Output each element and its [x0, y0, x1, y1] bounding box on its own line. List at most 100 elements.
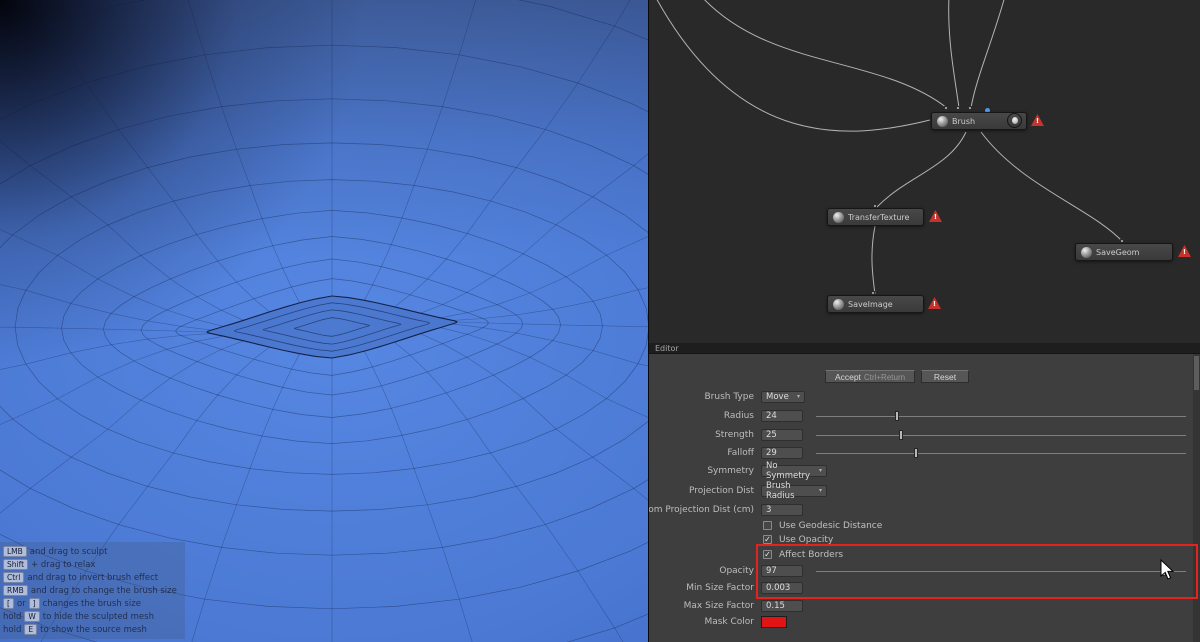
use-opacity-checkbox[interactable]: ✓	[763, 535, 772, 544]
brush-node-icon	[937, 115, 948, 127]
use-geodesic-checkbox[interactable]	[763, 521, 772, 530]
hint-text: to show the source mesh	[40, 624, 147, 635]
chevron-down-icon: ▾	[818, 467, 822, 474]
param-row-min-size-factor: Min Size Factor 0.003	[649, 582, 1200, 595]
strength-input[interactable]: 25	[761, 429, 803, 441]
param-row-affect-borders: ✓ Affect Borders	[649, 549, 1200, 562]
node-transfertexture[interactable]: TransferTexture	[827, 208, 924, 226]
chevron-down-icon: ▾	[796, 393, 800, 400]
hint-key: W	[24, 611, 40, 622]
hint-key: [	[3, 598, 14, 609]
affect-borders-checkbox[interactable]: ✓	[763, 550, 772, 559]
hint-line: Ctrl and drag to invert brush effect	[3, 571, 177, 584]
param-label: Radius	[723, 411, 754, 421]
hint-key: ]	[28, 598, 40, 609]
falloff-slider[interactable]	[816, 448, 1186, 458]
node-wire	[970, 0, 1005, 109]
app-window: LMB and drag to sculpt Shift + drag to rela…	[0, 0, 1200, 642]
param-label: Opacity	[719, 566, 754, 576]
param-label: Strength	[715, 430, 754, 440]
param-row-radius: Radius 24	[649, 410, 1200, 423]
hint-text: to hide the sculpted mesh	[42, 611, 154, 622]
param-label: Mask Color	[704, 617, 754, 627]
opacity-slider[interactable]	[816, 566, 1186, 576]
savegeom-node-icon	[1081, 246, 1092, 258]
hint-text: hold	[3, 611, 22, 622]
node-label: SaveGeom	[1096, 247, 1140, 257]
param-row-falloff: Falloff 29	[649, 447, 1200, 460]
param-row-use-geodesic: Use Geodesic Distance	[649, 520, 1200, 533]
checkbox-label: Use Geodesic Distance	[779, 521, 883, 531]
param-label: Falloff	[727, 448, 754, 458]
checkbox-label: Use Opacity	[779, 535, 834, 545]
transfertexture-node-icon	[833, 211, 844, 223]
param-row-custom-projection-dist: Custom Projection Dist (cm) 3	[649, 504, 1200, 517]
max-size-factor-input[interactable]: 0.15	[761, 600, 803, 612]
strength-slider-handle[interactable]	[899, 430, 904, 440]
mouse-cursor	[1160, 559, 1175, 580]
min-size-factor-input[interactable]: 0.003	[761, 582, 803, 594]
hint-line: hold Wto hide the sculpted mesh	[3, 610, 177, 623]
node-wire	[980, 131, 1124, 243]
node-wire	[871, 225, 876, 295]
reset-button[interactable]: Reset	[921, 370, 969, 383]
node-input-port[interactable]	[956, 106, 960, 110]
node-wire	[656, 0, 931, 132]
hint-text: + drag to relax	[31, 559, 96, 570]
custom-projection-dist-input[interactable]: 3	[761, 504, 803, 516]
hint-text: and drag to change the brush size	[30, 585, 177, 596]
hint-line: hold Eto show the source mesh	[3, 623, 177, 636]
editor-header: Editor	[649, 343, 1200, 354]
hint-key: Shift	[3, 559, 29, 570]
hint-key: Ctrl	[3, 572, 25, 583]
checkbox-label: Affect Borders	[779, 550, 844, 560]
projection-dist-dropdown[interactable]: Brush Radius ▾	[761, 481, 827, 501]
param-label: Min Size Factor	[686, 583, 754, 593]
node-graph[interactable]: Brush ! TransferTexture ! SaveImage ! Sa…	[648, 0, 1200, 343]
strength-slider[interactable]	[816, 430, 1186, 440]
node-input-port[interactable]	[968, 106, 972, 110]
editor-title: Editor	[655, 344, 679, 353]
param-row-mask-color: Mask Color	[649, 616, 1200, 629]
node-input-port[interactable]	[944, 106, 948, 110]
hint-line: LMB and drag to sculpt	[3, 545, 177, 558]
light-toggle-icon[interactable]	[1007, 113, 1022, 128]
accept-label: Accept	[834, 372, 861, 382]
hint-key: RMB	[3, 585, 28, 596]
mask-color-swatch[interactable]	[761, 616, 787, 628]
symmetry-dropdown[interactable]: No Symmetry ▾	[761, 461, 827, 481]
param-row-opacity: Opacity 97	[649, 565, 1200, 578]
hint-line: RMB and drag to change the brush size	[3, 584, 177, 597]
node-label: Brush	[952, 116, 976, 126]
radius-slider[interactable]	[816, 411, 1186, 421]
param-row-projection-dist: Projection Dist Brush Radius ▾	[649, 481, 1200, 501]
falloff-slider-handle[interactable]	[913, 448, 918, 458]
hint-text: and drag to sculpt	[29, 546, 108, 557]
hint-text: and drag to invert brush effect	[27, 572, 159, 583]
falloff-input[interactable]: 29	[761, 447, 803, 459]
hint-line: Shift + drag to relax	[3, 558, 177, 571]
brush-type-value: Move	[766, 392, 789, 402]
radius-slider-handle[interactable]	[895, 411, 900, 421]
param-label: Custom Projection Dist (cm)	[648, 505, 754, 515]
hint-key: LMB	[3, 546, 27, 557]
node-savegeom[interactable]: SaveGeom	[1075, 243, 1173, 261]
param-label: Brush Type	[704, 392, 754, 402]
node-wire	[704, 0, 948, 109]
param-row-max-size-factor: Max Size Factor 0.15	[649, 600, 1200, 613]
param-label: Symmetry	[707, 466, 754, 476]
node-saveimage[interactable]: SaveImage	[827, 295, 924, 313]
param-row-strength: Strength 25	[649, 429, 1200, 442]
opacity-input[interactable]: 97	[761, 565, 803, 577]
brush-type-dropdown[interactable]: Move ▾	[761, 391, 805, 403]
radius-input[interactable]: 24	[761, 410, 803, 422]
param-row-use-opacity: ✓ Use Opacity	[649, 534, 1200, 547]
param-label: Max Size Factor	[683, 601, 754, 611]
sculpt-viewport[interactable]: LMB and drag to sculpt Shift + drag to rela…	[0, 0, 648, 642]
param-row-symmetry: Symmetry No Symmetry ▾	[649, 461, 1200, 481]
buttons-row: Accept Ctrl+Return Reset	[649, 370, 1200, 383]
hint-text: hold	[3, 624, 22, 635]
accept-button[interactable]: Accept Ctrl+Return	[825, 370, 915, 383]
saveimage-node-icon	[833, 298, 844, 310]
node-wires	[656, 0, 1124, 295]
